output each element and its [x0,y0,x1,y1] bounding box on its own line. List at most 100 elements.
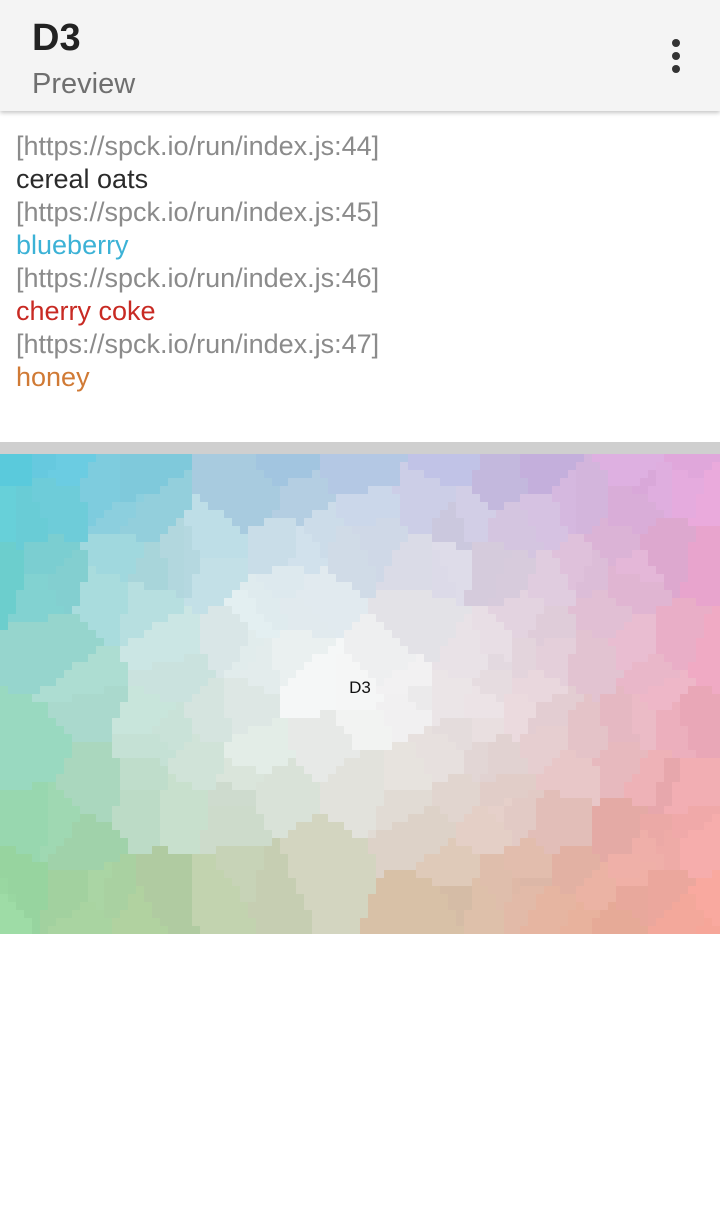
voronoi-cell [464,750,488,758]
voronoi-cell [328,550,368,558]
voronoi-cell [120,654,184,662]
menu-dot [672,65,680,73]
voronoi-cell [16,518,48,526]
voronoi-cell [456,910,464,918]
more-vert-icon[interactable] [652,30,700,82]
voronoi-cell [0,886,8,894]
voronoi-cell [672,830,688,838]
voronoi-cell [576,598,616,606]
voronoi-cell [168,782,192,790]
voronoi-cell [520,470,568,478]
voronoi-cell [360,534,408,542]
voronoi-cell [264,862,288,870]
voronoi-cell [312,630,336,638]
voronoi-cell [440,550,472,558]
voronoi-cell [48,710,120,718]
voronoi-cell [192,902,248,910]
d3-voronoi-canvas: D3 [0,454,720,934]
voronoi-cell [664,510,672,518]
voronoi-cell [0,470,32,478]
voronoi-cell [0,526,16,534]
voronoi-cell [472,486,528,494]
voronoi-cell [256,886,296,894]
voronoi-cell [376,870,384,878]
voronoi-cell [160,486,192,494]
voronoi-cell [120,622,152,630]
voronoi-cell [432,774,448,782]
voronoi-cell [512,886,520,894]
voronoi-cell [376,886,440,894]
voronoi-cell [560,542,592,550]
voronoi-cell [472,558,504,566]
voronoi-cell [544,670,568,678]
voronoi-cell [256,782,320,790]
voronoi-cell [24,550,72,558]
voronoi-cell [504,502,520,510]
voronoi-cell [656,478,672,486]
voronoi-cell [472,542,504,550]
voronoi-cell [400,502,448,510]
voronoi-cell [632,702,648,710]
voronoi-cell [592,838,632,846]
voronoi-cell [608,518,656,526]
voronoi-cell [0,510,16,518]
voronoi-cell [272,622,288,630]
voronoi-cell [632,606,656,614]
voronoi-cell [208,814,264,822]
voronoi-cell [288,614,320,622]
voronoi-cell [120,790,160,798]
voronoi-cell [408,534,432,542]
voronoi-cell [552,494,576,502]
voronoi-cell [576,886,616,894]
voronoi-cell [432,574,448,582]
voronoi-cell [232,758,288,766]
voronoi-cell [88,654,120,662]
voronoi-cell [224,870,256,878]
voronoi-cell [288,558,328,566]
voronoi-cell [616,598,672,606]
voronoi-cell [368,598,456,606]
voronoi-cell [536,806,592,814]
voronoi-cell [248,574,256,582]
voronoi-cell [664,862,680,870]
voronoi-cell [272,838,280,846]
voronoi-cell [680,862,720,870]
voronoi-cell [80,806,112,814]
voronoi-cell [248,526,296,534]
voronoi-cell [104,910,120,918]
voronoi-cell [120,470,184,478]
voronoi-cell [192,454,256,462]
voronoi-cell [616,566,656,574]
voronoi-cell [376,566,384,574]
voronoi-cell [472,806,488,814]
voronoi-cell [128,662,152,670]
voronoi-cell [48,870,88,878]
voronoi-cell [80,494,120,502]
voronoi-cell [672,782,720,790]
voronoi-cell [608,486,632,494]
voronoi-cell [432,670,448,678]
voronoi-cell [232,662,248,670]
voronoi-cell [272,590,296,598]
voronoi-cell [664,574,688,582]
voronoi-cell [648,878,696,886]
voronoi-cell [448,734,472,742]
log-message: blueberry [16,230,129,260]
voronoi-cell [312,654,336,662]
voronoi-cell [392,726,424,734]
voronoi-cell [512,878,520,886]
voronoi-cell [16,510,40,518]
voronoi-cell [544,638,576,646]
voronoi-cell [448,838,456,846]
voronoi-cell [80,582,128,590]
voronoi-cell [152,846,168,854]
voronoi-cell [336,510,400,518]
voronoi-cell [72,822,112,830]
voronoi-cell [448,670,480,678]
voronoi-cell [80,486,120,494]
voronoi-cell [704,910,720,918]
voronoi-cell [0,894,8,902]
voronoi-cell [696,526,720,534]
pane-divider[interactable] [0,442,720,454]
voronoi-cell [8,878,48,886]
